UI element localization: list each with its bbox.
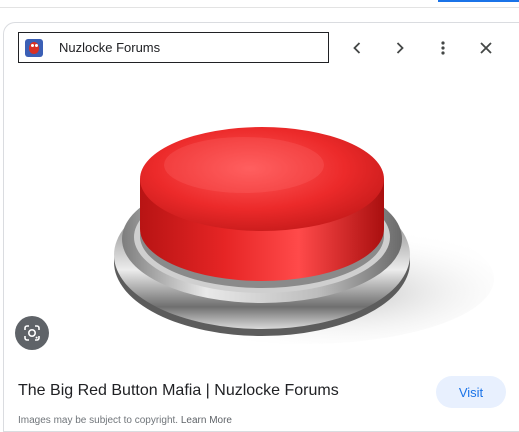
previous-button[interactable] [345,36,369,60]
chevron-left-icon [353,42,361,54]
copyright-text: Images may be subject to copyright. [18,415,179,426]
google-lens-button[interactable] [15,316,49,350]
source-header[interactable]: Nuzlocke Forums [18,32,329,63]
close-button[interactable] [474,36,498,60]
result-title[interactable]: The Big Red Button Mafia | Nuzlocke Foru… [18,382,339,400]
google-lens-icon [24,325,40,341]
red-button-image [114,127,494,344]
more-options-button[interactable] [431,36,455,60]
learn-more-link[interactable]: Learn More [181,415,232,426]
site-name[interactable]: Nuzlocke Forums [59,40,160,55]
accent-bar [438,0,519,2]
close-icon [480,42,492,54]
image-preview-panel: Nuzlocke Forums The Big Red Button Mafia… [3,22,519,432]
next-button[interactable] [388,36,412,60]
divider [0,7,519,8]
top-strip [0,0,519,22]
site-favicon-icon [25,39,43,57]
chevron-right-icon [396,42,404,54]
visit-button[interactable]: Visit [436,376,506,408]
preview-image[interactable] [4,79,519,369]
more-vert-icon [441,41,445,55]
copyright-notice: Images may be subject to copyright. Lear… [18,415,232,426]
